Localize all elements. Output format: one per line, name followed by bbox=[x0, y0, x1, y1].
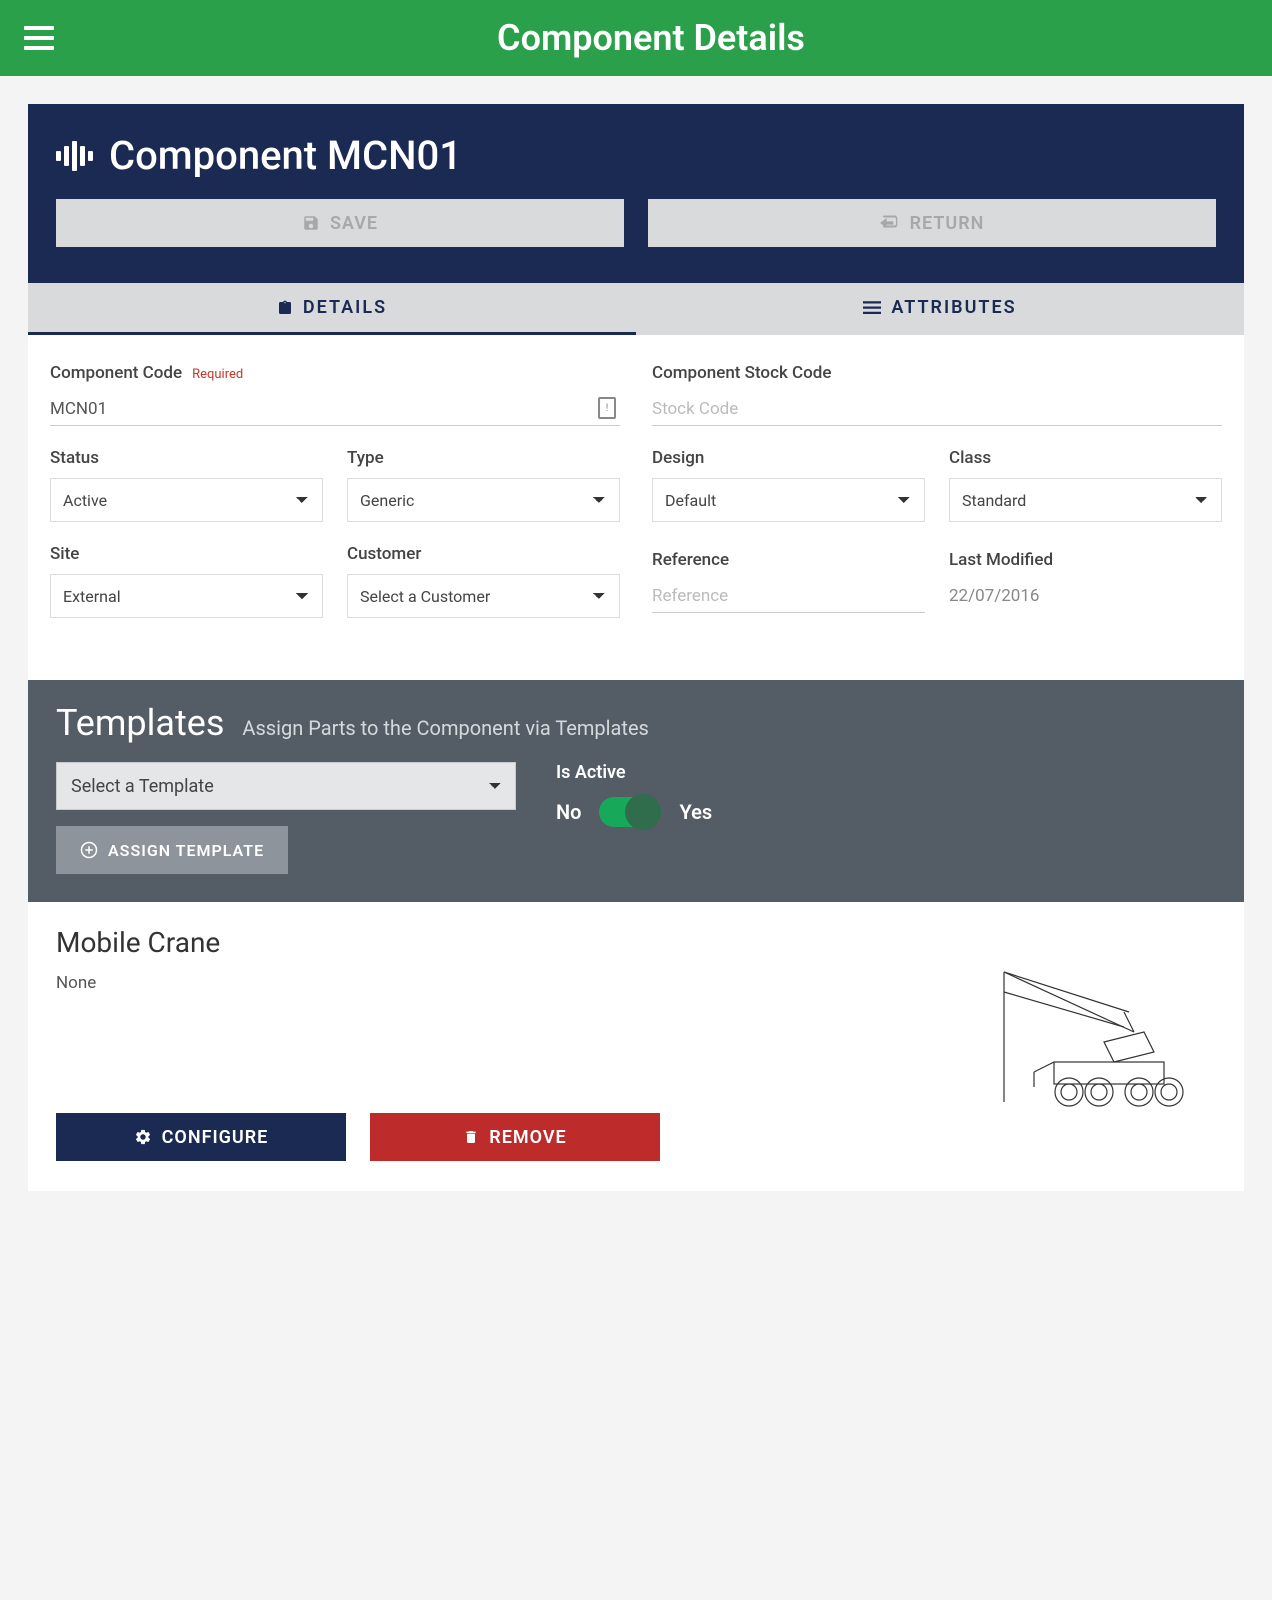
equalizer-icon bbox=[56, 141, 93, 171]
type-select[interactable]: Generic bbox=[347, 478, 620, 522]
trash-icon bbox=[463, 1128, 479, 1146]
is-active-label: Is Active bbox=[556, 762, 712, 783]
component-code-input[interactable] bbox=[50, 393, 620, 426]
toggle-yes-label: Yes bbox=[679, 800, 712, 824]
templates-section: Templates Assign Parts to the Component … bbox=[28, 680, 1244, 902]
gear-icon bbox=[134, 1128, 152, 1146]
assigned-template-section: Mobile Crane None CONFIGURE REMOVE bbox=[28, 902, 1244, 1191]
tab-details[interactable]: DETAILS bbox=[28, 283, 636, 335]
crane-image bbox=[994, 962, 1214, 1112]
tabs: DETAILS ATTRIBUTES bbox=[28, 283, 1244, 335]
panel-title: Component MCN01 bbox=[109, 132, 462, 179]
return-icon bbox=[880, 215, 900, 231]
design-label: Design bbox=[652, 448, 704, 468]
component-code-label: Component Code bbox=[50, 363, 182, 383]
template-select[interactable]: Select a Template bbox=[56, 762, 516, 810]
save-button[interactable]: SAVE bbox=[56, 199, 624, 247]
page-title: Component Details bbox=[54, 17, 1248, 59]
status-select[interactable]: Active bbox=[50, 478, 323, 522]
panel-header: Component MCN01 SAVE RETURN bbox=[28, 104, 1244, 283]
menu-icon[interactable] bbox=[24, 26, 54, 50]
assigned-title: Mobile Crane bbox=[56, 926, 1216, 959]
plus-circle-icon bbox=[80, 841, 98, 859]
class-label: Class bbox=[949, 448, 991, 468]
reference-input[interactable] bbox=[652, 580, 925, 613]
stock-code-input[interactable] bbox=[652, 393, 1222, 426]
last-modified-value: 22/07/2016 bbox=[949, 580, 1222, 612]
toggle-no-label: No bbox=[556, 800, 581, 824]
templates-title: Templates bbox=[56, 702, 224, 744]
stock-code-label: Component Stock Code bbox=[652, 363, 831, 383]
attributes-icon bbox=[863, 301, 881, 315]
customer-select[interactable]: Select a Customer bbox=[347, 574, 620, 618]
remove-button[interactable]: REMOVE bbox=[370, 1113, 660, 1161]
app-header: Component Details bbox=[0, 0, 1272, 76]
save-icon bbox=[302, 214, 320, 232]
configure-button[interactable]: CONFIGURE bbox=[56, 1113, 346, 1161]
required-tag: Required bbox=[192, 367, 243, 382]
reference-label: Reference bbox=[652, 550, 729, 570]
customer-label: Customer bbox=[347, 544, 421, 564]
form-area: Component Code Required ! Component Stoc… bbox=[28, 335, 1244, 680]
document-icon: ! bbox=[598, 397, 616, 419]
templates-subtitle: Assign Parts to the Component via Templa… bbox=[242, 716, 648, 740]
design-select[interactable]: Default bbox=[652, 478, 925, 522]
assign-template-button[interactable]: ASSIGN TEMPLATE bbox=[56, 826, 288, 874]
site-select[interactable]: External bbox=[50, 574, 323, 618]
last-modified-label: Last Modified bbox=[949, 550, 1053, 570]
status-label: Status bbox=[50, 448, 99, 468]
is-active-toggle[interactable] bbox=[599, 797, 661, 827]
type-label: Type bbox=[347, 448, 384, 468]
details-icon bbox=[277, 299, 293, 317]
class-select[interactable]: Standard bbox=[949, 478, 1222, 522]
return-button[interactable]: RETURN bbox=[648, 199, 1216, 247]
tab-attributes[interactable]: ATTRIBUTES bbox=[636, 283, 1244, 335]
site-label: Site bbox=[50, 544, 79, 564]
